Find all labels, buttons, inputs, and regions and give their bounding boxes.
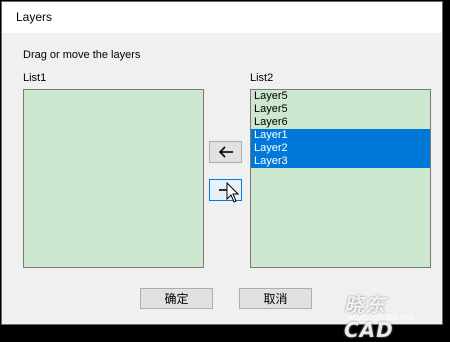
move-left-button[interactable] bbox=[209, 141, 242, 163]
list1-label: List1 bbox=[23, 72, 47, 84]
layers-dialog: Layers Drag or move the layers List1 Lis… bbox=[1, 1, 443, 342]
list-item-selected[interactable]: Layer3 bbox=[251, 155, 430, 168]
title-bar[interactable]: Layers bbox=[2, 2, 442, 33]
cancel-button[interactable]: 取消 bbox=[239, 288, 312, 309]
list-item[interactable]: Layer5 bbox=[251, 90, 430, 103]
watermark-url: www.xdcad.net bbox=[347, 312, 415, 323]
arrow-left-icon bbox=[218, 146, 233, 158]
list-item-selected[interactable]: Layer1 bbox=[251, 129, 430, 142]
list1-listbox[interactable] bbox=[23, 89, 204, 268]
list2-listbox[interactable]: Layer5 Layer5 Layer6 Layer1 Layer2 Layer… bbox=[250, 89, 431, 268]
mouse-cursor-icon bbox=[226, 182, 240, 203]
instruction-text: Drag or move the layers bbox=[23, 49, 141, 61]
list-item[interactable]: Layer5 bbox=[251, 103, 430, 116]
window-title: Layers bbox=[16, 10, 53, 24]
ok-button[interactable]: 确定 bbox=[140, 288, 213, 309]
list2-label: List2 bbox=[250, 72, 274, 84]
list-item-selected[interactable]: Layer2 bbox=[251, 142, 430, 155]
list-item[interactable]: Layer6 bbox=[251, 116, 430, 129]
